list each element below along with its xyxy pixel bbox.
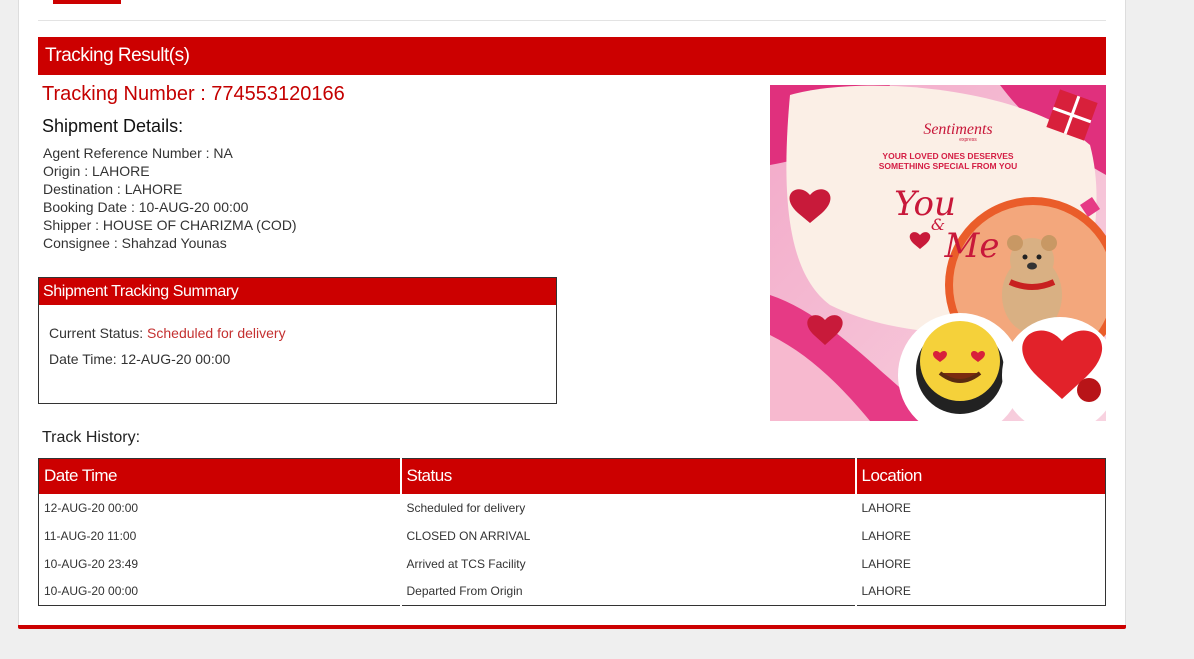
column-header-datetime: Date Time (38, 458, 401, 494)
shipper: Shipper : HOUSE OF CHARIZMA (COD) (43, 217, 297, 233)
origin: Origin : LAHORE (43, 163, 150, 179)
shipment-details-title: Shipment Details: (42, 116, 184, 136)
agent-reference: Agent Reference Number : NA (43, 145, 233, 161)
row-location: LAHORE (854, 493, 1106, 522)
status-datetime: Date Time: 12-AUG-20 00:00 (49, 351, 231, 367)
row-status: CLOSED ON ARRIVAL (399, 521, 856, 550)
column-header-status: Status (399, 458, 856, 494)
row-datetime: 10-AUG-20 23:49 (44, 556, 139, 571)
promo-script-you: You (894, 184, 956, 224)
row-datetime: 12-AUG-20 00:00 (44, 500, 139, 515)
table-row: 10-AUG-20 00:00 Departed From Origin LAH… (39, 577, 1106, 606)
row-location: LAHORE (854, 577, 1106, 606)
promo-brand-sub: express (959, 137, 977, 143)
promo-script-amp: & (931, 215, 945, 234)
table-row: 11-AUG-20 11:00 CLOSED ON ARRIVAL LAHORE (39, 521, 1106, 550)
tracking-summary-title: Shipment Tracking Summary (39, 278, 556, 305)
current-status-value: Scheduled for delivery (147, 325, 286, 341)
tracking-number: Tracking Number : 774553120166 (42, 83, 345, 105)
divider (38, 20, 1106, 21)
row-status: Departed From Origin (399, 577, 856, 606)
current-status-label: Current Status: (49, 325, 148, 341)
card-bottom-border (18, 625, 1126, 629)
tracking-results-header: Tracking Result(s) (38, 37, 1106, 75)
row-datetime: 10-AUG-20 00:00 (44, 584, 139, 599)
promo-brand: Sentiments (923, 121, 992, 138)
row-datetime: 11-AUG-20 11:00 (44, 528, 137, 543)
current-status: Current Status: Scheduled for delivery (49, 325, 286, 341)
active-tab-indicator (53, 0, 121, 4)
row-status: Scheduled for delivery (399, 493, 856, 522)
destination: Destination : LAHORE (43, 181, 183, 197)
table-header-row: Date Time Status Location (38, 458, 1106, 494)
track-history-table: Date Time Status Location 12-AUG-20 00:0… (38, 458, 1106, 606)
shipment-details: Agent Reference Number : NA Origin : LAH… (43, 144, 297, 252)
promo-line-2: SOMETHING SPECIAL FROM YOU (879, 161, 1018, 171)
promo-banner[interactable]: Sentiments express YOUR LOVED ONES DESER… (770, 85, 1106, 421)
column-header-location: Location (854, 458, 1106, 494)
row-location: LAHORE (854, 549, 1106, 578)
table-row: 12-AUG-20 00:00 Scheduled for delivery L… (39, 493, 1106, 522)
tracking-summary-box: Shipment Tracking Summary Current Status… (38, 277, 557, 404)
promo-line-1: YOUR LOVED ONES DESERVES (882, 151, 1013, 161)
consignee: Consignee : Shahzad Younas (43, 235, 227, 251)
promo-script-me: Me (944, 226, 1000, 266)
row-location: LAHORE (854, 521, 1106, 550)
row-status: Arrived at TCS Facility (399, 549, 856, 578)
promo-banner-art: Sentiments express YOUR LOVED ONES DESER… (770, 85, 1106, 421)
track-history-title: Track History: (42, 429, 141, 446)
booking-date: Booking Date : 10-AUG-20 00:00 (43, 199, 249, 215)
table-row: 10-AUG-20 23:49 Arrived at TCS Facility … (39, 549, 1106, 578)
